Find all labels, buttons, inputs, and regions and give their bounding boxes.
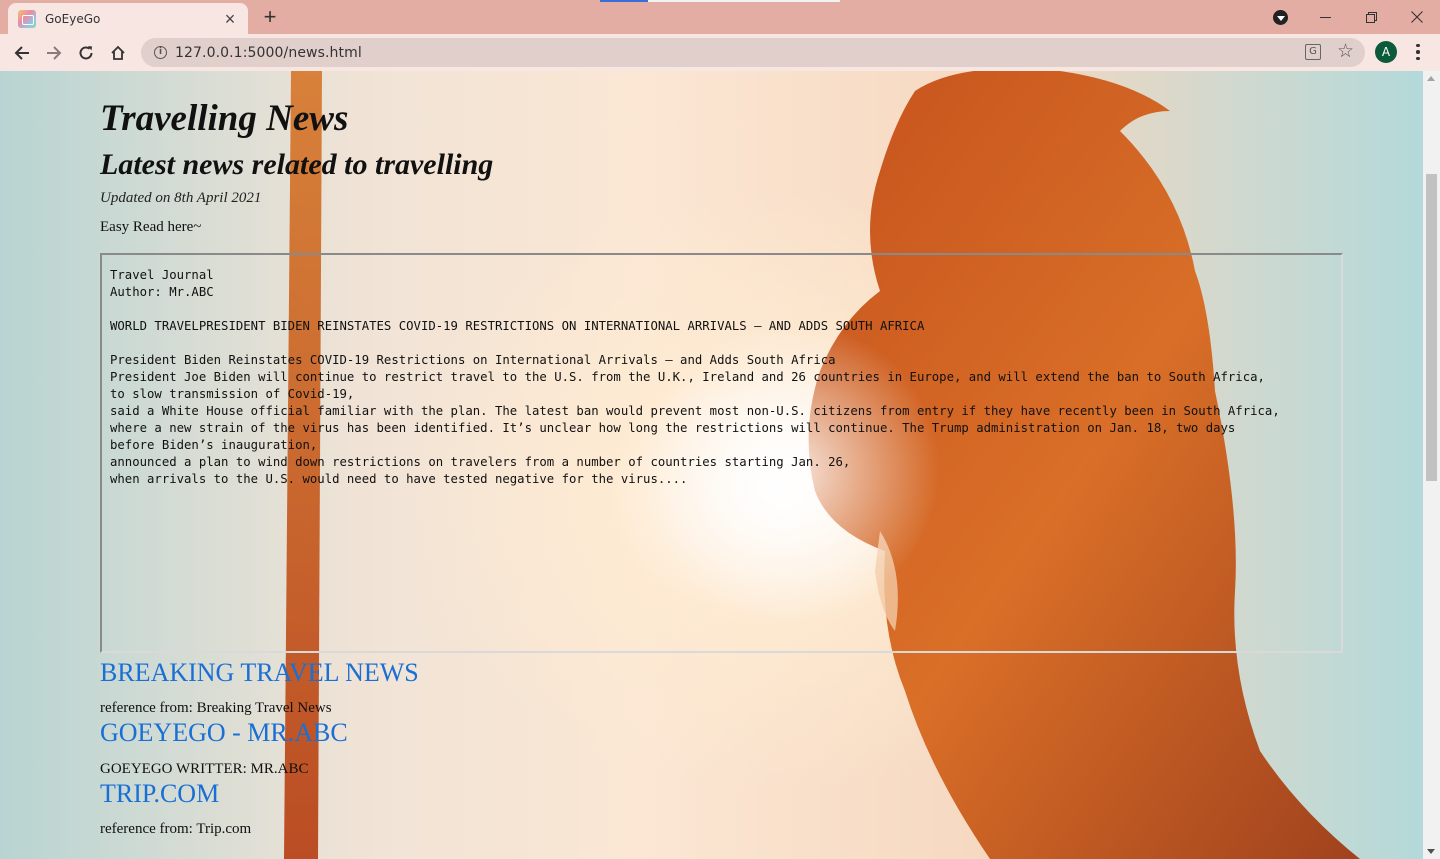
breaking-travel-news-caption: reference from: Breaking Travel News [100, 700, 332, 716]
scroll-up-arrow-icon[interactable] [1427, 76, 1435, 81]
site-info-icon[interactable]: i [154, 46, 167, 59]
trip-com-link[interactable]: TRIP.COM [100, 779, 219, 809]
trip-com-caption: reference from: Trip.com [100, 821, 252, 837]
tab-close-icon[interactable]: × [222, 10, 238, 28]
reload-icon[interactable] [72, 39, 100, 67]
page-viewport: Travelling News Latest news related to t… [0, 71, 1423, 859]
home-icon[interactable] [104, 39, 132, 67]
new-tab-plus-icon[interactable]: + [258, 4, 282, 30]
page-title: Travelling News [100, 98, 349, 139]
goeyego-writer-caption: GOEYEGO WRITTER: MR.ABC [100, 761, 309, 777]
easy-read-label: Easy Read here~ [100, 219, 202, 235]
tab-search-dropdown-icon[interactable] [1273, 10, 1288, 25]
minimize-icon[interactable] [1302, 0, 1348, 34]
tab-strip-accent [600, 0, 648, 2]
tab-title: GoEyeGo [45, 11, 101, 26]
translate-icon[interactable]: G [1305, 44, 1321, 60]
tab-strip-accent-light [648, 0, 840, 2]
address-url: 127.0.0.1:5000/news.html [175, 44, 362, 61]
forward-arrow-icon[interactable] [40, 39, 68, 67]
profile-avatar[interactable]: A [1375, 41, 1397, 63]
page-subtitle: Latest news related to travelling [100, 148, 494, 181]
browser-menu-icon[interactable] [1410, 41, 1426, 63]
browser-tab-strip: GoEyeGo × + [0, 0, 1440, 34]
browser-toolbar: i 127.0.0.1:5000/news.html [0, 34, 1440, 71]
browser-tab[interactable]: GoEyeGo × [8, 3, 248, 34]
back-arrow-icon[interactable] [8, 39, 36, 67]
breaking-travel-news-link[interactable]: BREAKING TRAVEL NEWS [100, 658, 419, 688]
restore-icon[interactable] [1348, 0, 1394, 34]
bookmark-star-icon[interactable]: ☆ [1337, 40, 1354, 63]
site-favicon-icon [18, 9, 36, 28]
scroll-down-arrow-icon[interactable] [1427, 849, 1435, 854]
updated-date: Updated on 8th April 2021 [100, 190, 262, 206]
travel-journal-textarea[interactable] [100, 253, 1343, 653]
goeyego-mr-abc-link[interactable]: GOEYEGO - MR.ABC [100, 718, 348, 748]
scrollbar-thumb[interactable] [1426, 174, 1437, 481]
close-window-icon[interactable] [1394, 0, 1440, 34]
address-bar[interactable]: i 127.0.0.1:5000/news.html [141, 38, 1365, 67]
